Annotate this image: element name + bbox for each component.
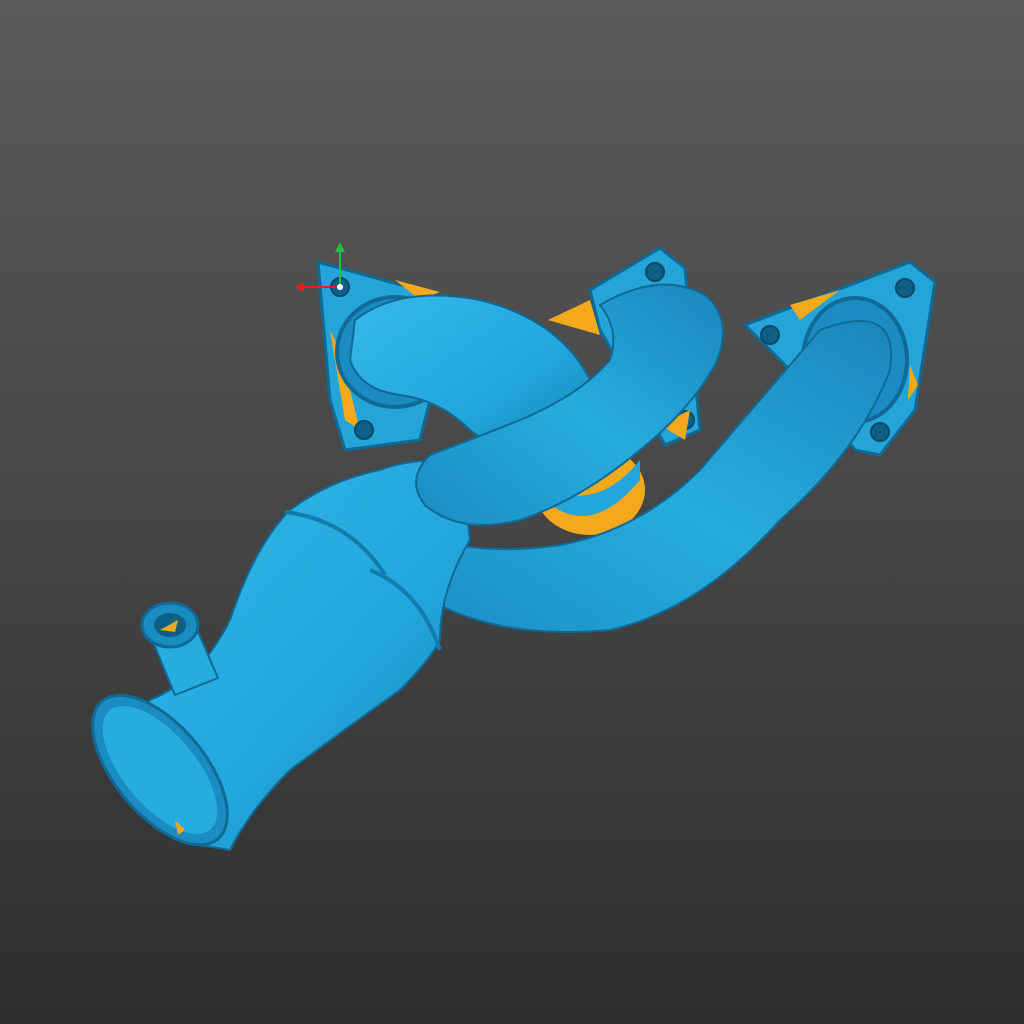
model-canvas[interactable]	[0, 0, 1024, 1024]
sensor-boss[interactable]	[140, 601, 220, 697]
3d-viewport[interactable]	[0, 0, 1024, 1024]
